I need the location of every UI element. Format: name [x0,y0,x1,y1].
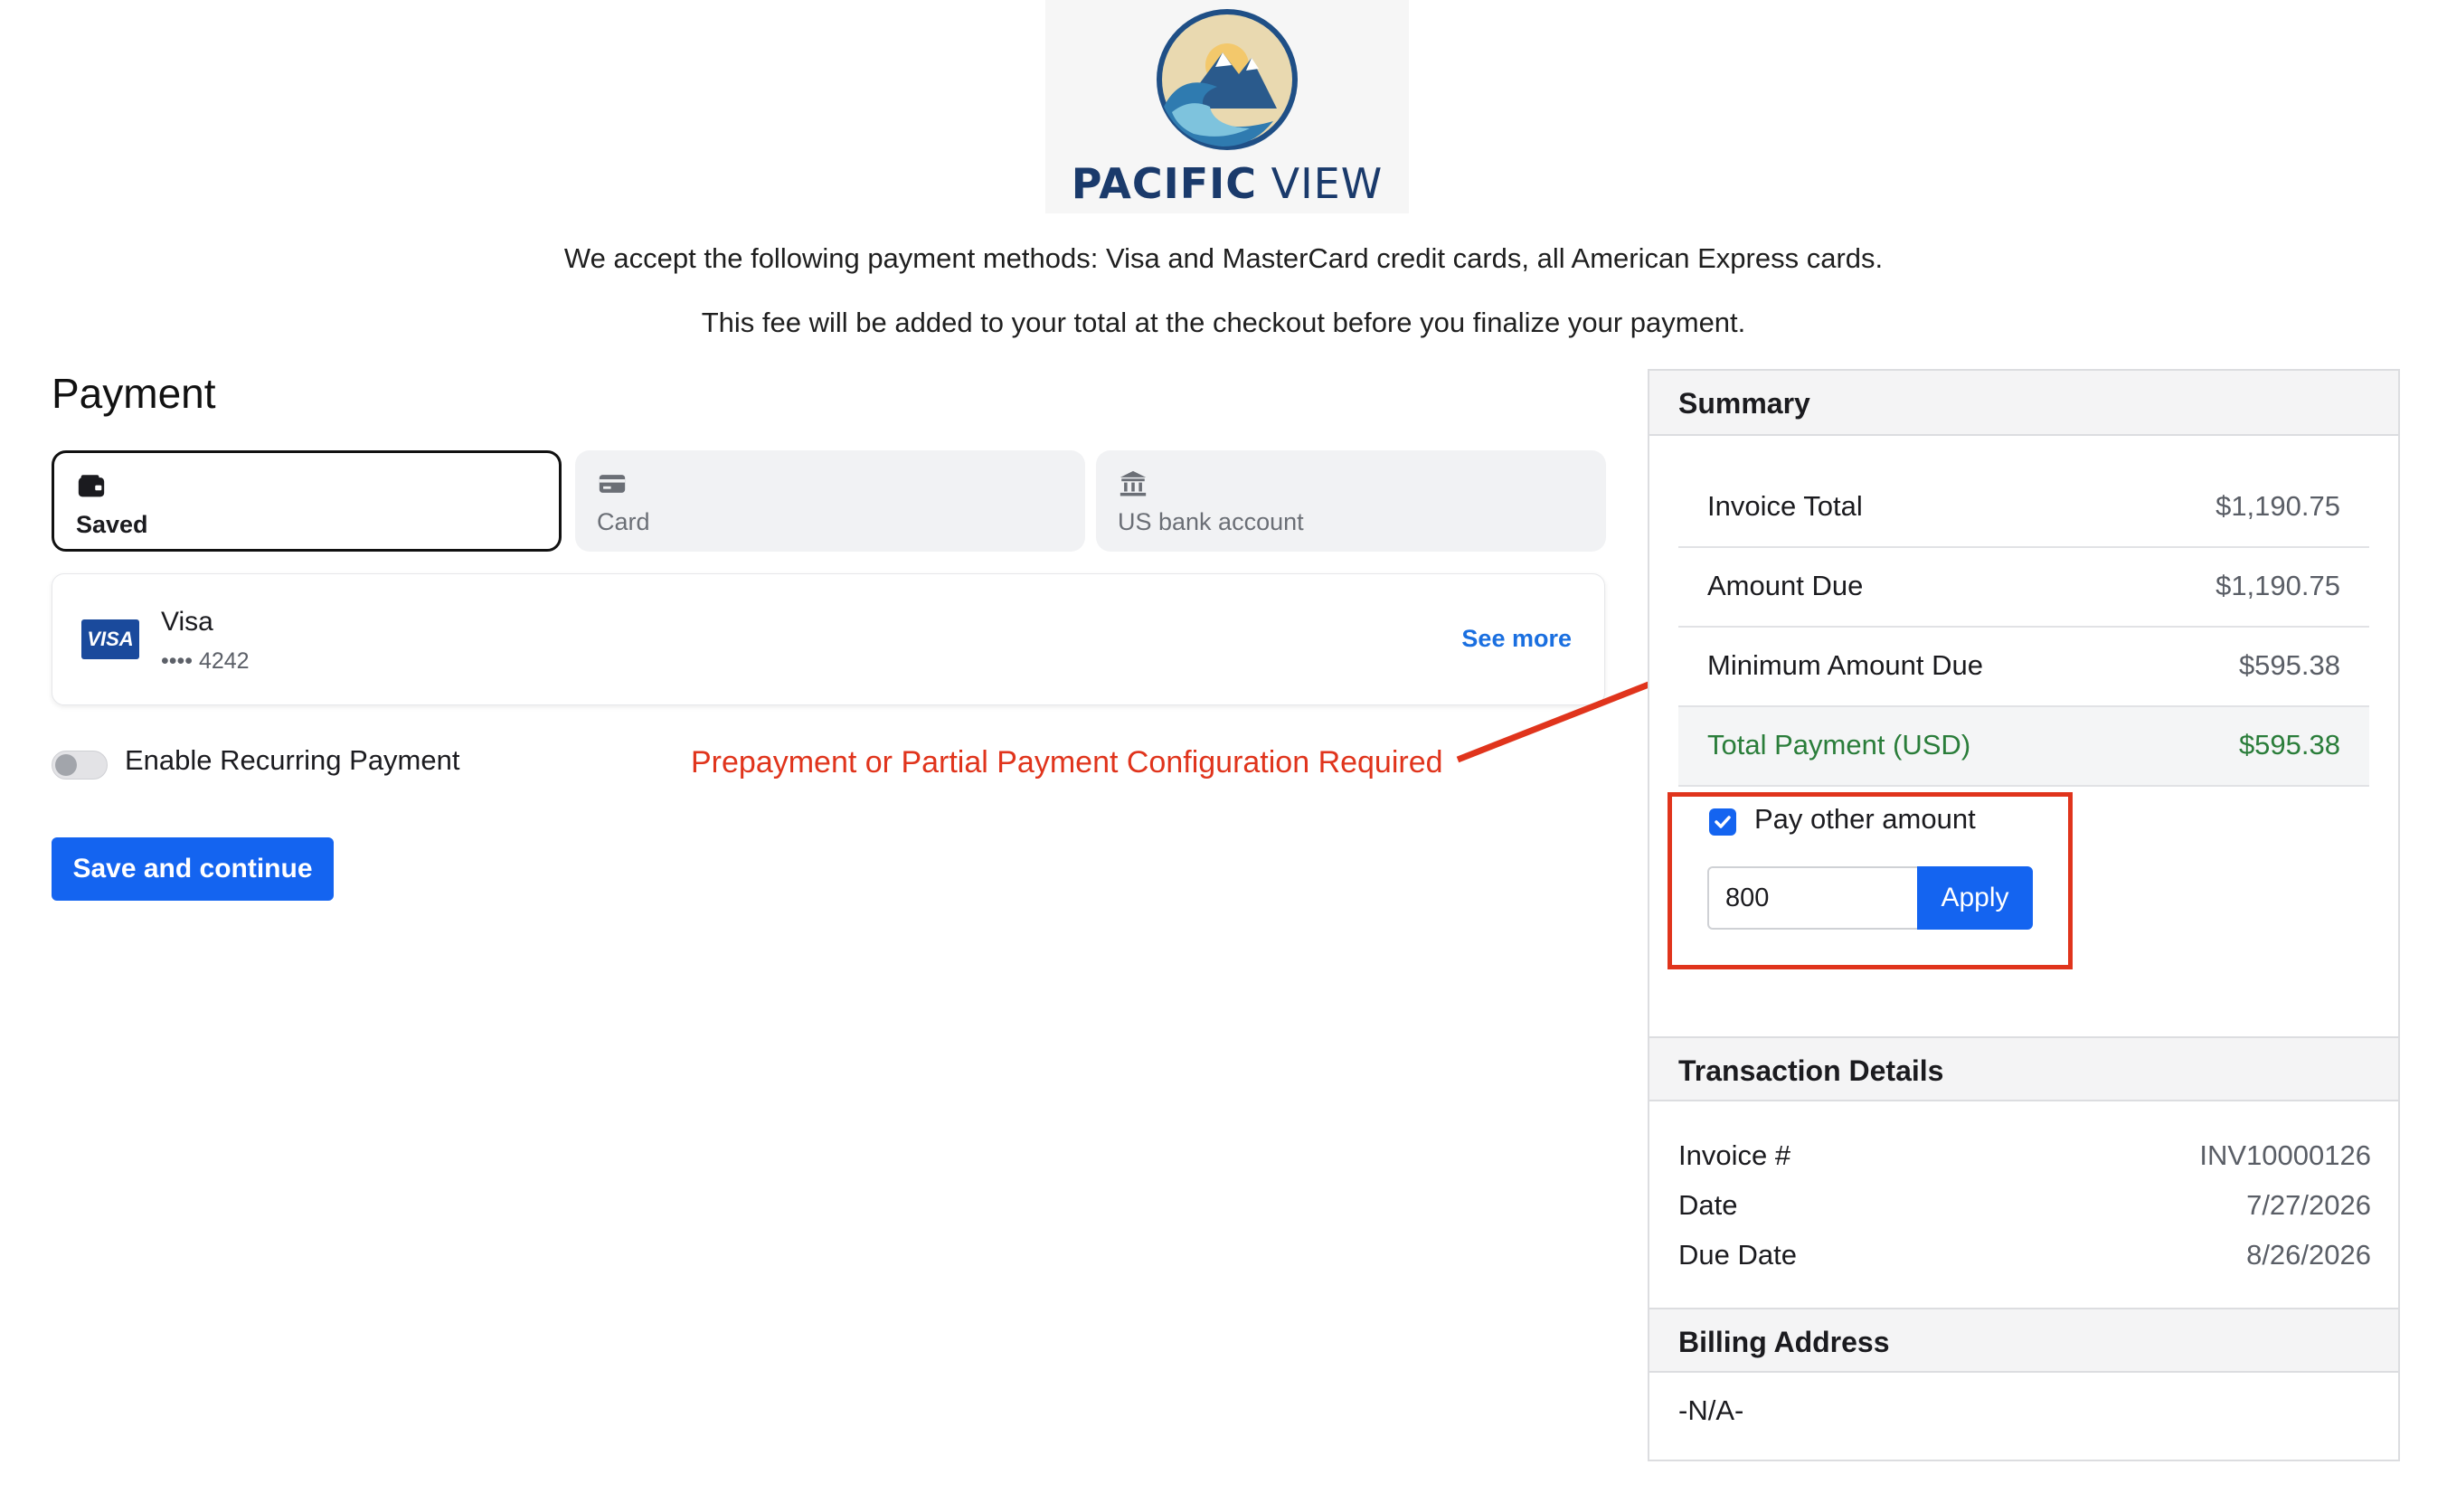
apply-button[interactable]: Apply [1917,866,2033,930]
save-and-continue-button[interactable]: Save and continue [52,837,334,901]
billing-address-header: Billing Address [1649,1308,2398,1373]
transaction-value: INV10000126 [2199,1139,2371,1171]
summary-row-invoice-total: Invoice Total $1,190.75 [1678,468,2369,548]
annotation-arrow-line [1456,673,1671,763]
transaction-label: Invoice # [1678,1139,1791,1171]
summary-value: $1,190.75 [2216,570,2340,601]
summary-row-minimum-amount-due: Minimum Amount Due $595.38 [1678,628,2369,707]
transaction-row-due-date: Due Date 8/26/2026 [1678,1239,2371,1286]
transaction-details-title: Transaction Details [1678,1054,1944,1087]
summary-label: Total Payment (USD) [1707,729,1971,761]
summary-panel: Summary Invoice Total $1,190.75 Amount D… [1648,369,2400,1461]
transaction-value: 7/27/2026 [2246,1189,2371,1221]
billing-address-title: Billing Address [1678,1326,1890,1358]
summary-value: $595.38 [2238,729,2340,761]
summary-label: Minimum Amount Due [1707,649,1983,681]
pay-other-amount-checkbox[interactable] [1709,808,1736,836]
transaction-row-date: Date 7/27/2026 [1678,1189,2371,1236]
billing-address-value: -N/A- [1678,1394,1744,1426]
transaction-value: 8/26/2026 [2246,1239,2371,1271]
summary-header: Summary [1649,371,2398,436]
summary-label: Amount Due [1707,570,1864,601]
summary-label: Invoice Total [1707,490,1863,522]
transaction-label: Date [1678,1189,1738,1221]
summary-value: $1,190.75 [2216,490,2340,522]
pay-other-amount-label: Pay other amount [1754,803,1976,835]
summary-row-amount-due: Amount Due $1,190.75 [1678,548,2369,628]
transaction-details-header: Transaction Details [1649,1036,2398,1101]
checkmark-icon [1715,816,1731,828]
transaction-row-invoice-number: Invoice # INV10000126 [1678,1139,2371,1186]
summary-title: Summary [1678,387,1810,420]
other-amount-input[interactable] [1707,866,1919,930]
summary-row-total-payment: Total Payment (USD) $595.38 [1678,707,2369,787]
summary-value: $595.38 [2238,649,2340,681]
transaction-label: Due Date [1678,1239,1797,1271]
